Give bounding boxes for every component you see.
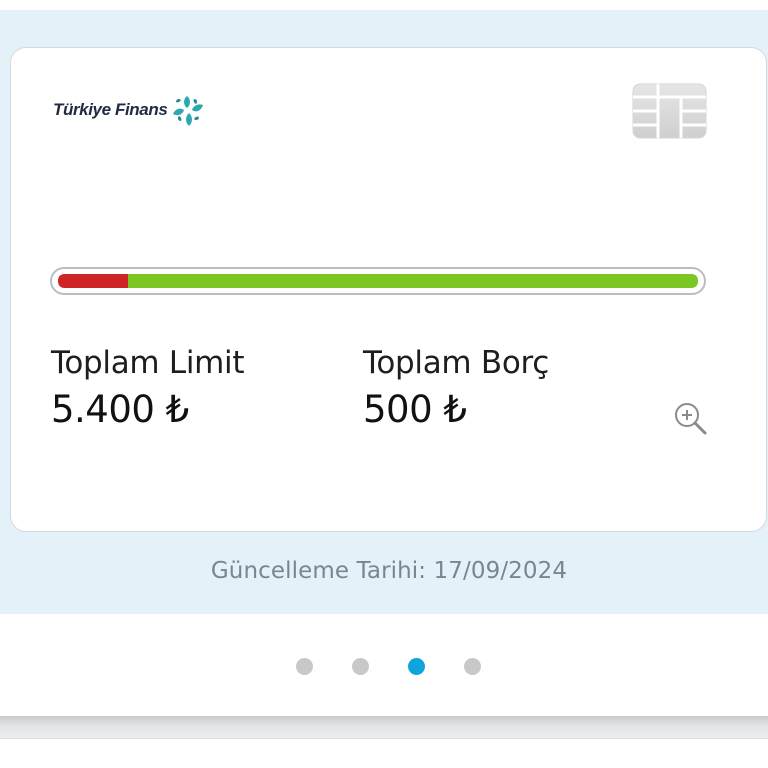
total-debt-label: Toplam Borç <box>363 345 550 381</box>
total-limit-value: 5.400 ₺ <box>51 388 189 431</box>
total-limit-label: Toplam Limit <box>51 345 245 381</box>
limit-usage-bar <box>50 267 706 295</box>
section-divider-shadow <box>0 716 768 738</box>
available-amount-fill <box>128 274 698 288</box>
bank-logo: Türkiye Finans <box>53 90 208 130</box>
turkiye-finans-flower-icon <box>173 96 204 126</box>
last-updated-date: Güncelleme Tarihi: 17/09/2024 <box>210 558 568 584</box>
carousel-pager <box>0 656 768 676</box>
top-divider <box>0 0 768 10</box>
zoom-in-icon[interactable] <box>672 400 708 436</box>
used-amount-fill <box>58 274 129 288</box>
total-debt-value: 500 ₺ <box>363 388 467 431</box>
card-chip-icon <box>632 83 707 139</box>
limit-usage-track <box>58 274 698 288</box>
pager-dot[interactable] <box>464 658 481 675</box>
bank-name: Türkiye Finans <box>53 100 168 119</box>
pager-dot[interactable] <box>352 658 369 675</box>
pager-dot[interactable] <box>296 658 313 675</box>
pager-dot-active[interactable] <box>408 658 425 675</box>
next-section <box>0 738 768 768</box>
